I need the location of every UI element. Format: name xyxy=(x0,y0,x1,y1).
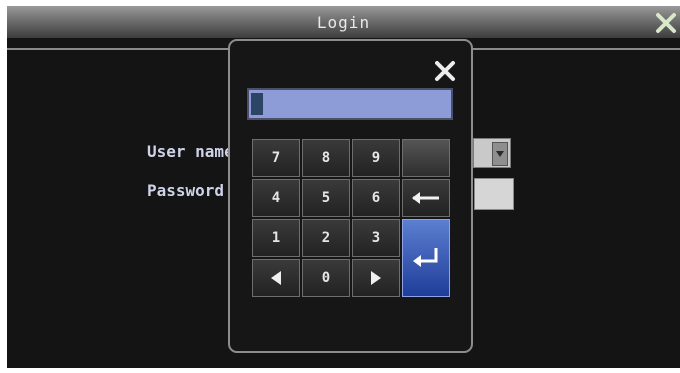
password-field[interactable] xyxy=(474,178,514,210)
keypad-input[interactable] xyxy=(247,88,453,120)
key-4[interactable]: 4 xyxy=(252,179,300,217)
password-label: Password xyxy=(147,181,225,200)
login-screen: Login User name Password 7 8 9 4 5 6 1 2… xyxy=(7,6,680,368)
key-9[interactable]: 9 xyxy=(352,139,400,177)
triangle-right-icon xyxy=(371,271,381,285)
window-title: Login xyxy=(316,13,371,32)
backspace-key[interactable] xyxy=(402,179,450,217)
key-7[interactable]: 7 xyxy=(252,139,300,177)
user-name-label: User name xyxy=(147,142,229,161)
triangle-left-icon xyxy=(271,271,281,285)
key-8[interactable]: 8 xyxy=(302,139,350,177)
key-3[interactable]: 3 xyxy=(352,219,400,257)
arrow-left-icon xyxy=(412,192,439,204)
enter-key[interactable] xyxy=(402,219,450,297)
key-blank[interactable] xyxy=(402,139,450,177)
enter-icon xyxy=(413,248,438,267)
cursor-left-key[interactable] xyxy=(252,259,300,297)
user-name-dropdown[interactable] xyxy=(473,138,511,168)
key-2[interactable]: 2 xyxy=(302,219,350,257)
key-5[interactable]: 5 xyxy=(302,179,350,217)
close-icon[interactable] xyxy=(653,10,679,36)
text-cursor xyxy=(251,93,263,115)
chevron-down-icon[interactable] xyxy=(492,142,508,166)
key-1[interactable]: 1 xyxy=(252,219,300,257)
key-6[interactable]: 6 xyxy=(352,179,400,217)
close-keypad-icon[interactable] xyxy=(433,59,457,83)
key-0[interactable]: 0 xyxy=(302,259,350,297)
cursor-right-key[interactable] xyxy=(352,259,400,297)
numeric-keypad-popup: 7 8 9 4 5 6 1 2 3 0 xyxy=(228,39,473,353)
